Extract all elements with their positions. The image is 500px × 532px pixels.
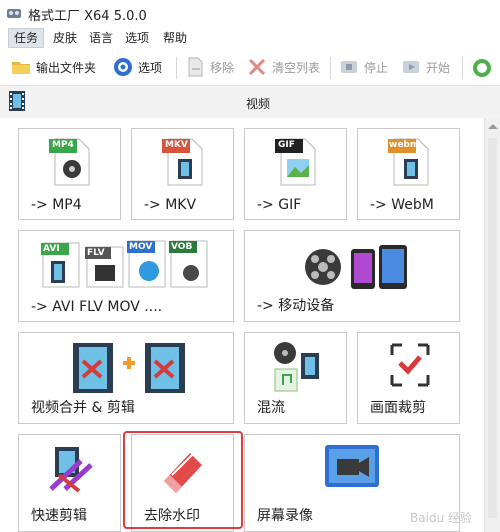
- tile-to-webm[interactable]: webm -> WebM: [357, 128, 460, 220]
- remove-document-icon: [188, 57, 203, 77]
- tile-to-mp4[interactable]: MP4 -> MP4: [18, 128, 121, 220]
- tile-label: 快速剪辑: [31, 508, 87, 524]
- options-button[interactable]: 选项: [112, 54, 162, 80]
- start-play-icon: [403, 61, 419, 73]
- toolbar-separator: [176, 57, 177, 79]
- toolbar-separator: [330, 57, 331, 79]
- window-title: 格式工厂 X64 5.0.0: [28, 9, 147, 24]
- mux-reel-music-icon: [274, 342, 319, 392]
- folder-icon: [12, 62, 30, 74]
- start-label: 开始: [426, 60, 451, 75]
- toolbar-separator: [462, 57, 463, 79]
- tile-label: -> 移动设备: [257, 298, 335, 314]
- stop-icon: [341, 61, 357, 73]
- menu-skin[interactable]: 皮肤: [48, 29, 82, 47]
- mp4-badge: MP4: [52, 140, 74, 150]
- tile-video-merge-edit[interactable]: 视频合并 & 剪辑: [18, 332, 234, 424]
- output-folder-label: 输出文件夹: [36, 60, 97, 75]
- tile-label: -> AVI FLV MOV ....: [31, 299, 163, 315]
- webm-badge: webm: [389, 140, 420, 150]
- tile-label: 画面裁剪: [370, 400, 426, 416]
- clear-list-label: 清空列表: [272, 60, 321, 75]
- tile-label: 混流: [257, 400, 285, 416]
- mov-badge: MOV: [129, 242, 153, 252]
- remove-button[interactable]: 移除: [184, 54, 234, 80]
- video-section-header[interactable]: 视频: [0, 86, 500, 119]
- options-label: 选项: [138, 60, 163, 75]
- toolbar: 输出文件夹 选项 移除 清空列表 停止 开始: [0, 49, 500, 86]
- tile-label: -> MP4: [31, 197, 82, 213]
- tile-to-mkv[interactable]: MKV -> MKV: [131, 128, 234, 220]
- title-bar: 格式工厂 X64 5.0.0: [0, 0, 500, 27]
- menu-bar: 任务 皮肤 语言 选项 帮助: [0, 27, 500, 49]
- crop-frame-icon: [390, 343, 430, 387]
- avi-badge: AVI: [43, 244, 60, 254]
- stop-label: 停止: [364, 60, 389, 75]
- menu-help[interactable]: 帮助: [158, 29, 192, 47]
- clear-list-x-icon: [248, 58, 266, 76]
- tile-quick-cut[interactable]: 快速剪辑: [18, 434, 121, 532]
- baidu-watermark: Baidu 经验: [410, 511, 472, 525]
- tile-label: -> GIF: [257, 197, 302, 213]
- screen-record-camera-icon: [325, 445, 379, 487]
- start-button[interactable]: 开始: [400, 54, 450, 80]
- tile-label: 视频合并 & 剪辑: [31, 400, 135, 416]
- flv-badge: FLV: [87, 248, 105, 258]
- tile-to-avi-flv-mov[interactable]: AVI FLV MOV VOB -> AVI FLV MOV ....: [18, 230, 234, 322]
- menu-task[interactable]: 任务: [8, 28, 45, 48]
- format-factory-app-icon: [7, 9, 21, 18]
- film-reel-and-phones-icon: [305, 245, 407, 289]
- tile-crop[interactable]: 画面裁剪: [357, 332, 460, 424]
- tile-label: 屏幕录像: [257, 508, 313, 524]
- tile-mux[interactable]: 混流: [244, 332, 347, 424]
- remove-label: 移除: [210, 60, 235, 75]
- clear-list-button[interactable]: 清空列表: [246, 54, 320, 80]
- highlight-box: [123, 431, 243, 529]
- tile-label: -> MKV: [144, 197, 197, 213]
- section-title: 视频: [246, 97, 271, 111]
- options-gear-icon: [114, 58, 132, 76]
- output-folder-button[interactable]: 输出文件夹: [10, 54, 96, 80]
- vob-badge: VOB: [171, 242, 193, 252]
- tile-to-gif[interactable]: GIF -> GIF: [244, 128, 347, 220]
- gif-badge: GIF: [278, 140, 295, 150]
- scrollbar-thumb[interactable]: [488, 138, 497, 518]
- film-strip-icon: [9, 91, 25, 111]
- quick-cut-scissors-icon: [49, 447, 93, 493]
- tile-label: -> WebM: [370, 197, 434, 213]
- film-merge-icon: [73, 343, 185, 393]
- tile-to-mobile-device[interactable]: -> 移动设备: [244, 230, 460, 322]
- menu-options[interactable]: 选项: [120, 29, 154, 47]
- menu-language[interactable]: 语言: [84, 29, 118, 47]
- mkv-badge: MKV: [165, 140, 188, 150]
- vertical-scrollbar[interactable]: [484, 118, 500, 532]
- search-globe-icon[interactable]: [470, 56, 494, 80]
- scroll-up-arrow-icon[interactable]: [488, 124, 498, 129]
- stop-button[interactable]: 停止: [338, 54, 388, 80]
